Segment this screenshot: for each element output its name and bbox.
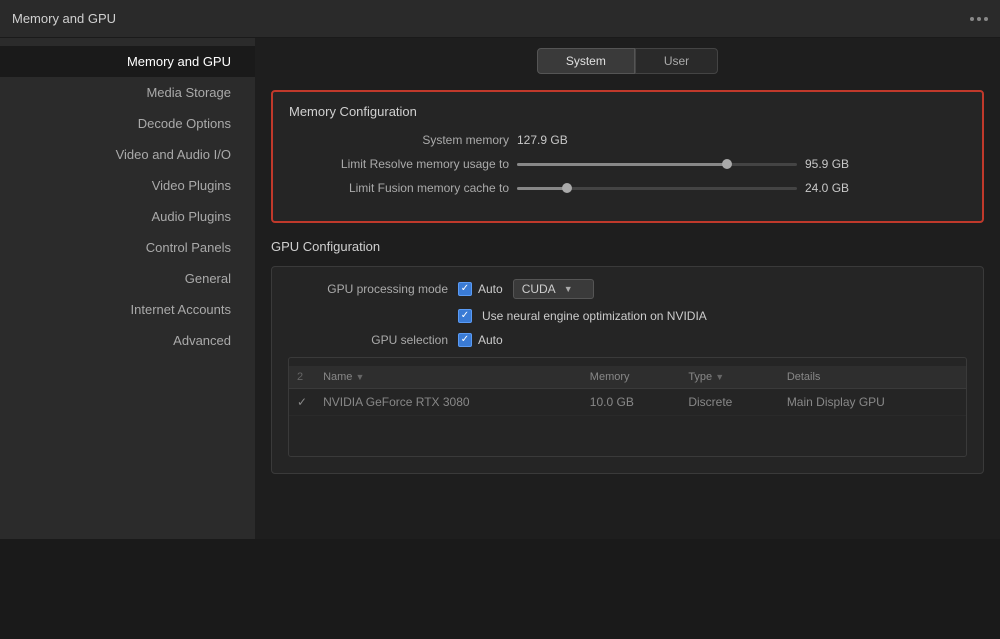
gpu-selection-checkbox[interactable]: ✓ — [458, 333, 472, 347]
window-title: Memory and GPU — [12, 11, 116, 26]
limit-resolve-label: Limit Resolve memory usage to — [289, 157, 509, 171]
titlebar-menu[interactable] — [970, 17, 988, 21]
titlebar: Memory and GPU — [0, 0, 1000, 38]
gpu-table-col-name[interactable]: Name ▼ — [315, 366, 582, 389]
main-panel: System User Memory Configuration System … — [255, 38, 1000, 539]
bottom-area — [0, 539, 1000, 639]
sidebar: Memory and GPU Media Storage Decode Opti… — [0, 38, 255, 539]
sidebar-item-media-storage[interactable]: Media Storage — [0, 77, 255, 108]
main-window: Memory and GPU Memory and GPU Media Stor… — [0, 0, 1000, 639]
tab-system[interactable]: System — [537, 48, 635, 74]
gpu-mode-row: GPU processing mode ✓ Auto CUDA ▼ — [288, 279, 967, 299]
gpu-config-section: GPU Configuration GPU processing mode ✓ … — [271, 239, 984, 474]
system-memory-value: 127.9 GB — [517, 133, 577, 147]
gpu-row-memory: 10.0 GB — [582, 389, 681, 416]
sidebar-item-advanced[interactable]: Advanced — [0, 325, 255, 356]
sidebar-item-video-plugins[interactable]: Video Plugins — [0, 170, 255, 201]
gpu-table: 2 Name ▼ Memory Type ▼ Details — [289, 366, 966, 416]
gpu-table-header: 2 Name ▼ Memory Type ▼ Details — [289, 366, 966, 389]
limit-resolve-row: Limit Resolve memory usage to 95.9 GB — [289, 157, 966, 171]
gpu-row-name: NVIDIA GeForce RTX 3080 — [315, 389, 582, 416]
gpu-selection-auto-label: Auto — [478, 333, 503, 347]
gpu-table-col-num: 2 — [289, 366, 315, 389]
neural-checkmark: ✓ — [461, 311, 469, 321]
limit-fusion-slider-track — [517, 187, 797, 190]
sidebar-item-video-audio-io[interactable]: Video and Audio I/O — [0, 139, 255, 170]
system-memory-label: System memory — [289, 133, 509, 147]
sidebar-item-control-panels[interactable]: Control Panels — [0, 232, 255, 263]
limit-fusion-slider-thumb[interactable] — [562, 183, 572, 193]
gpu-mode-label: GPU processing mode — [288, 282, 448, 296]
gpu-mode-checkmark: ✓ — [461, 284, 469, 294]
neural-row: ✓ Use neural engine optimization on NVID… — [288, 309, 967, 323]
limit-resolve-slider-fill — [517, 163, 727, 166]
gpu-mode-checkbox-wrap: ✓ Auto — [458, 282, 503, 296]
table-row: ✓ NVIDIA GeForce RTX 3080 10.0 GB Discre… — [289, 389, 966, 416]
tab-user[interactable]: User — [635, 48, 718, 74]
gpu-table-col-memory[interactable]: Memory — [582, 366, 681, 389]
gpu-config-box: GPU processing mode ✓ Auto CUDA ▼ — [271, 266, 984, 474]
sidebar-item-internet-accounts[interactable]: Internet Accounts — [0, 294, 255, 325]
limit-resolve-slider-thumb[interactable] — [722, 159, 732, 169]
memory-config-title: Memory Configuration — [289, 104, 966, 119]
gpu-selection-row: GPU selection ✓ Auto — [288, 333, 967, 347]
neural-label: Use neural engine optimization on NVIDIA — [482, 309, 707, 323]
limit-fusion-slider-fill — [517, 187, 567, 190]
gpu-row-check: ✓ — [289, 389, 315, 416]
cuda-dropdown[interactable]: CUDA ▼ — [513, 279, 594, 299]
sidebar-item-decode-options[interactable]: Decode Options — [0, 108, 255, 139]
limit-fusion-label: Limit Fusion memory cache to — [289, 181, 509, 195]
sidebar-item-general[interactable]: General — [0, 263, 255, 294]
sidebar-item-memory-gpu[interactable]: Memory and GPU — [0, 46, 255, 77]
gpu-mode-auto-label: Auto — [478, 282, 503, 296]
gpu-row-type: Discrete — [680, 389, 779, 416]
limit-fusion-value: 24.0 GB — [805, 181, 865, 195]
gpu-selection-checkmark: ✓ — [461, 335, 469, 345]
gpu-row-details: Main Display GPU — [779, 389, 966, 416]
content-area: Memory and GPU Media Storage Decode Opti… — [0, 38, 1000, 539]
limit-resolve-value: 95.9 GB — [805, 157, 865, 171]
panel-content: Memory Configuration System memory 127.9… — [255, 82, 1000, 539]
cuda-dropdown-arrow: ▼ — [564, 284, 573, 294]
neural-checkbox[interactable]: ✓ — [458, 309, 472, 323]
system-memory-row: System memory 127.9 GB — [289, 133, 966, 147]
tabs: System User — [255, 38, 1000, 82]
sidebar-item-audio-plugins[interactable]: Audio Plugins — [0, 201, 255, 232]
gpu-selection-label: GPU selection — [288, 333, 448, 347]
gpu-mode-checkbox[interactable]: ✓ — [458, 282, 472, 296]
gpu-config-title: GPU Configuration — [271, 239, 984, 254]
memory-config-section: Memory Configuration System memory 127.9… — [271, 90, 984, 223]
gpu-table-col-details: Details — [779, 366, 966, 389]
gpu-selection-checkbox-wrap: ✓ Auto — [458, 333, 503, 347]
memory-config-box: Memory Configuration System memory 127.9… — [271, 90, 984, 223]
gpu-table-col-type[interactable]: Type ▼ — [680, 366, 779, 389]
gpu-table-container: 2 Name ▼ Memory Type ▼ Details — [288, 357, 967, 457]
limit-resolve-slider-track — [517, 163, 797, 166]
limit-fusion-row: Limit Fusion memory cache to 24.0 GB — [289, 181, 966, 195]
